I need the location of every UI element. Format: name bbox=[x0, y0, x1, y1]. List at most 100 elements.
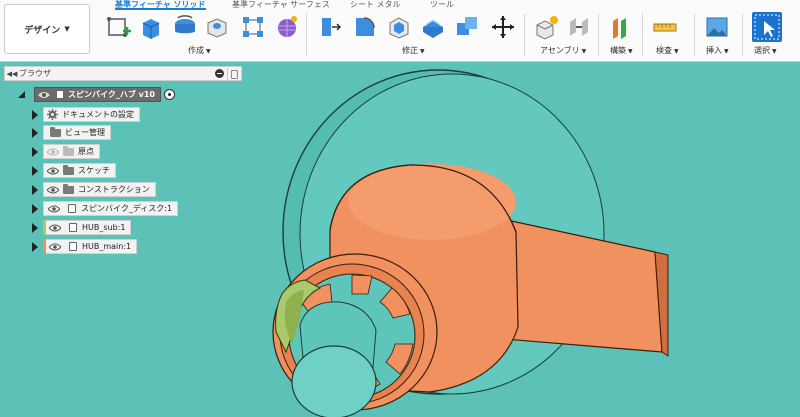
pattern-icon[interactable] bbox=[240, 14, 266, 40]
eye-icon[interactable] bbox=[47, 148, 59, 156]
insert-image-icon[interactable] bbox=[704, 14, 730, 40]
eye-icon[interactable] bbox=[47, 186, 59, 194]
browser-header[interactable]: ◀◀ ブラウザ bbox=[4, 66, 242, 81]
item-label: HUB_main:1 bbox=[82, 242, 132, 251]
browser-item-doc-settings[interactable]: ドキュメントの設定 bbox=[32, 107, 140, 122]
assemble-menu[interactable]: アセンブリ ▼ bbox=[540, 45, 586, 56]
expand-icon[interactable] bbox=[18, 91, 25, 98]
folder-icon bbox=[63, 164, 74, 175]
create-menu[interactable]: 作成 ▼ bbox=[188, 45, 211, 56]
item-chip[interactable]: ビュー管理 bbox=[43, 125, 111, 140]
expand-icon[interactable] bbox=[32, 203, 38, 214]
item-label: スピンバイク_ディスク:1 bbox=[81, 204, 173, 213]
chevron-down-icon: ▼ bbox=[420, 48, 425, 55]
item-chip[interactable]: HUB_sub:1 bbox=[46, 220, 132, 235]
hole-icon[interactable] bbox=[204, 14, 230, 40]
browser-item-disk-component[interactable]: スピンバイク_ディスク:1 bbox=[32, 201, 179, 216]
tab-surface[interactable]: 基準フィーチャ サーフェス bbox=[232, 0, 330, 10]
insert-menu[interactable]: 挿入 ▼ bbox=[706, 45, 729, 56]
workspace-label: デザイン bbox=[24, 25, 61, 36]
item-label: HUB_sub:1 bbox=[82, 223, 126, 232]
browser-root[interactable]: スピンバイク_ハブ v10 bbox=[18, 87, 175, 102]
tab-tools[interactable]: ツール bbox=[430, 0, 454, 10]
construct-menu[interactable]: 構築 ▼ bbox=[610, 45, 633, 56]
folder-icon bbox=[50, 126, 61, 137]
expand-icon[interactable] bbox=[32, 127, 38, 138]
document-icon bbox=[56, 90, 64, 99]
expand-icon[interactable] bbox=[32, 165, 38, 176]
combine-icon[interactable] bbox=[454, 14, 480, 40]
tab-solid[interactable]: 基準フィーチャ ソリッド bbox=[115, 0, 206, 10]
browser-item-origin[interactable]: 原点 bbox=[32, 144, 100, 159]
component-icon bbox=[68, 204, 76, 213]
select-menu[interactable]: 選択 ▼ bbox=[754, 45, 777, 56]
expand-icon[interactable] bbox=[32, 184, 38, 195]
press-pull-icon[interactable] bbox=[318, 14, 344, 40]
workspace-switcher[interactable]: デザイン ▼ bbox=[4, 4, 90, 54]
root-label: スピンバイク_ハブ v10 bbox=[68, 90, 155, 99]
form-icon[interactable] bbox=[274, 14, 300, 40]
item-chip[interactable]: HUB_main:1 bbox=[46, 239, 138, 254]
chevron-down-icon: ▼ bbox=[64, 25, 70, 33]
fillet-icon[interactable] bbox=[352, 14, 378, 40]
item-label: コンストラクション bbox=[78, 185, 150, 194]
chevron-down-icon: ▼ bbox=[724, 48, 729, 55]
divider bbox=[642, 14, 643, 56]
active-radio-icon[interactable] bbox=[163, 89, 175, 100]
new-component-icon[interactable] bbox=[534, 14, 560, 40]
browser-item-view-management[interactable]: ビュー管理 bbox=[32, 125, 111, 140]
construct-label: 構築 bbox=[610, 46, 626, 55]
browser-item-hub-sub[interactable]: HUB_sub:1 bbox=[32, 220, 132, 235]
hub-shaft[interactable] bbox=[291, 301, 377, 417]
extrude-icon[interactable] bbox=[138, 14, 164, 40]
chamfer-icon[interactable] bbox=[386, 14, 412, 40]
revolve-icon[interactable] bbox=[172, 14, 198, 40]
chevron-down-icon: ▼ bbox=[206, 48, 211, 55]
root-chip[interactable]: スピンバイク_ハブ v10 bbox=[34, 87, 161, 102]
select-tool-icon[interactable] bbox=[752, 12, 782, 42]
item-label: 原点 bbox=[78, 147, 94, 156]
collapse-icon[interactable]: ◀◀ bbox=[5, 70, 19, 78]
eye-icon[interactable] bbox=[47, 167, 59, 175]
divider bbox=[694, 14, 695, 56]
divider bbox=[598, 14, 599, 56]
eye-icon[interactable] bbox=[38, 91, 50, 99]
tab-sheet-metal[interactable]: シート メタル bbox=[350, 0, 401, 10]
eye-icon[interactable] bbox=[49, 243, 61, 251]
item-chip[interactable]: スケッチ bbox=[43, 163, 116, 178]
folder-icon bbox=[63, 183, 74, 194]
measure-icon[interactable] bbox=[652, 14, 678, 40]
expand-icon[interactable] bbox=[32, 241, 38, 252]
browser-item-hub-main[interactable]: HUB_main:1 bbox=[32, 239, 138, 254]
modify-label: 修正 bbox=[402, 46, 418, 55]
pin-icon[interactable] bbox=[227, 67, 239, 80]
expand-icon[interactable] bbox=[32, 109, 38, 120]
gear-icon bbox=[47, 109, 58, 120]
eye-icon[interactable] bbox=[49, 224, 61, 232]
chevron-down-icon: ▼ bbox=[674, 48, 679, 55]
offset-plane-icon[interactable] bbox=[608, 14, 634, 40]
modify-menu[interactable]: 修正 ▼ bbox=[402, 45, 425, 56]
expand-icon[interactable] bbox=[32, 222, 38, 233]
item-chip[interactable]: スピンバイク_ディスク:1 bbox=[43, 201, 179, 216]
expand-icon[interactable] bbox=[32, 146, 38, 157]
chevron-down-icon: ▼ bbox=[628, 48, 633, 55]
inspect-menu[interactable]: 検査 ▼ bbox=[656, 45, 679, 56]
browser-item-construction[interactable]: コンストラクション bbox=[32, 182, 156, 197]
divider bbox=[524, 14, 525, 56]
folder-icon bbox=[63, 145, 74, 156]
joint-icon[interactable] bbox=[566, 14, 592, 40]
browser-item-sketches[interactable]: スケッチ bbox=[32, 163, 116, 178]
select-label: 選択 bbox=[754, 46, 770, 55]
item-chip[interactable]: 原点 bbox=[43, 144, 100, 159]
eye-icon[interactable] bbox=[48, 205, 60, 213]
create-sketch-icon[interactable] bbox=[106, 14, 132, 40]
shell-icon[interactable] bbox=[420, 14, 446, 40]
insert-label: 挿入 bbox=[706, 46, 722, 55]
minimize-icon[interactable] bbox=[215, 69, 224, 78]
component-icon bbox=[69, 223, 77, 232]
move-icon[interactable] bbox=[490, 14, 516, 40]
item-chip[interactable]: ドキュメントの設定 bbox=[43, 107, 140, 122]
item-chip[interactable]: コンストラクション bbox=[43, 182, 156, 197]
inspect-label: 検査 bbox=[656, 46, 672, 55]
